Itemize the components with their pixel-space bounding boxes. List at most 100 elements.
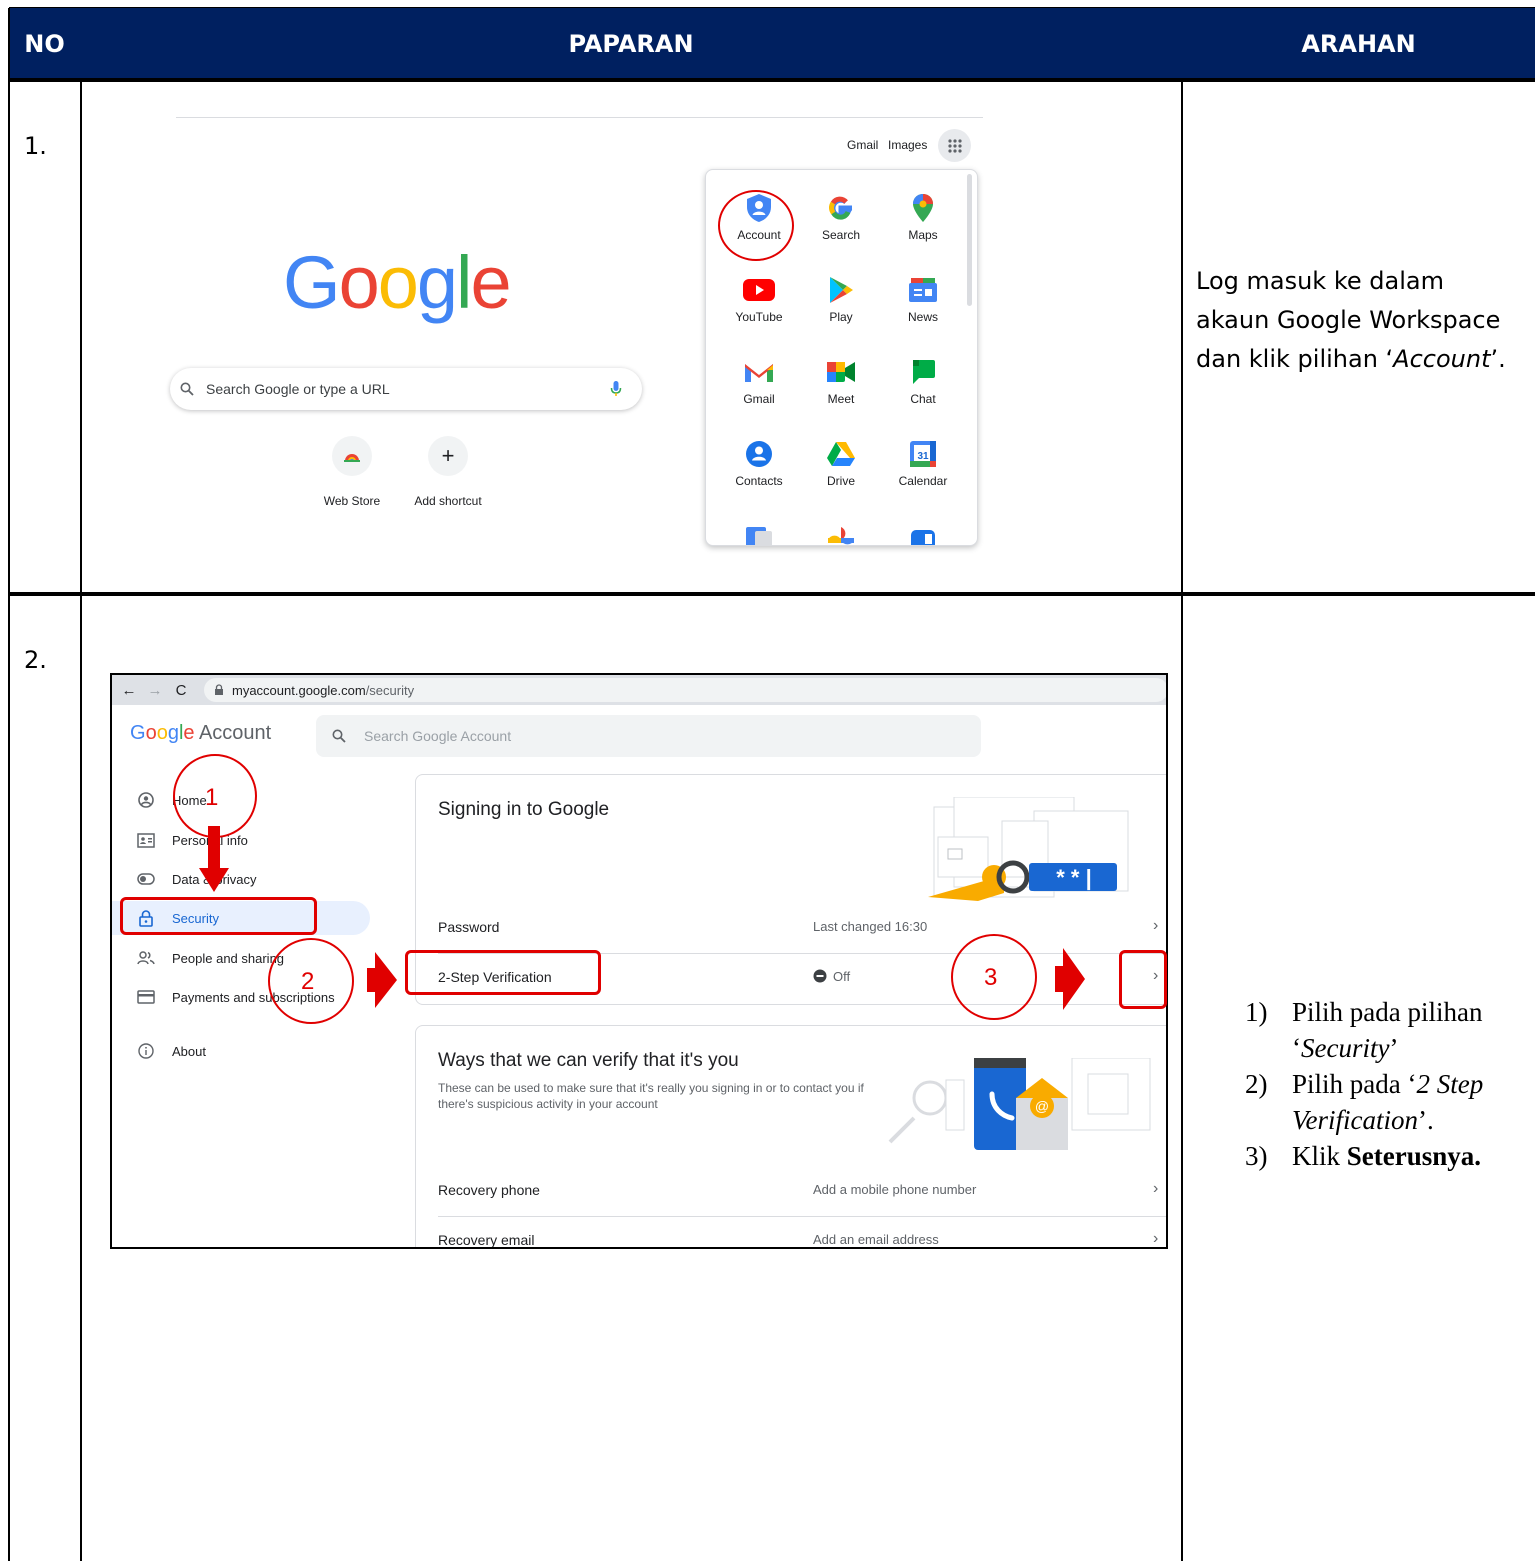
- contacts-icon: [743, 438, 775, 470]
- play-icon: [825, 274, 857, 306]
- shortcut-add[interactable]: + Add shortcut: [403, 436, 493, 508]
- google-apps-button[interactable]: [938, 129, 971, 162]
- annotation-number-2: 2: [301, 968, 315, 995]
- nav-label: About: [172, 1043, 206, 1059]
- app-calendar[interactable]: 31 Calendar: [882, 438, 964, 488]
- row-label: Password: [438, 919, 500, 935]
- translate-icon: [743, 524, 775, 545]
- meet-icon: [825, 356, 857, 388]
- browser-toolbar: ← → C myaccount.google.com/security: [112, 675, 1166, 705]
- gmail-link[interactable]: Gmail: [847, 138, 878, 152]
- row-value: Add a mobile phone number: [813, 1182, 977, 1197]
- url-host: myaccount.google.com: [232, 682, 366, 698]
- app-play[interactable]: Play: [800, 274, 882, 324]
- address-bar[interactable]: myaccount.google.com/security: [204, 678, 1166, 702]
- google-g-icon: [825, 192, 857, 224]
- app-news[interactable]: News: [882, 274, 964, 324]
- app-contacts[interactable]: Contacts: [718, 438, 800, 488]
- instruction-step: 1) Pilih pada pilihan ‘Security’: [1245, 997, 1483, 1063]
- photos-icon: [825, 524, 857, 545]
- back-icon[interactable]: ←: [120, 682, 138, 699]
- row-separator: [9, 592, 1535, 596]
- annotation-number-3: 3: [984, 964, 998, 991]
- card-icon: [136, 987, 156, 1007]
- google-logo: Google: [283, 240, 512, 325]
- reload-icon[interactable]: C: [172, 682, 190, 699]
- app-label: Search: [821, 228, 861, 242]
- header-bottom-rule: [9, 78, 1535, 82]
- app-search[interactable]: Search: [800, 192, 882, 242]
- forward-icon[interactable]: →: [146, 682, 164, 699]
- search-icon: [332, 729, 346, 743]
- nav-data-privacy[interactable]: Data & privacy: [112, 862, 370, 896]
- app-partial[interactable]: [800, 524, 882, 545]
- shortcut-label: Web Store: [323, 494, 381, 508]
- highlight-box-2-step: [405, 950, 601, 995]
- arrow-down-icon: [199, 826, 229, 892]
- header-arahan: ARAHAN: [1301, 29, 1416, 58]
- row-number-1: 1.: [24, 132, 47, 160]
- app-meet[interactable]: Meet: [800, 356, 882, 406]
- shortcut-web-store[interactable]: Web Store: [307, 436, 397, 508]
- row-label: Recovery phone: [438, 1182, 540, 1198]
- signin-illustration-icon: * * |: [928, 797, 1129, 901]
- off-status-icon: [813, 969, 827, 983]
- logo-letter: o: [338, 241, 380, 324]
- verify-card-description: These can be used to make sure that it's…: [438, 1081, 864, 1111]
- search-icon: [180, 382, 194, 396]
- apps-panel-scrollbar[interactable]: [967, 174, 972, 306]
- info-icon: [136, 1041, 156, 1061]
- nav-label: People and sharing: [172, 950, 285, 966]
- mic-icon[interactable]: [610, 380, 622, 398]
- app-chat[interactable]: Chat: [882, 356, 964, 406]
- app-youtube[interactable]: YouTube: [718, 274, 800, 324]
- app-partial[interactable]: [718, 524, 800, 545]
- logo-suffix: Account: [198, 722, 272, 744]
- app-label: Play: [829, 310, 853, 324]
- logo-letter: o: [377, 241, 419, 324]
- logo-letter: g: [416, 241, 458, 324]
- logo-letter: o: [145, 722, 157, 744]
- password-row[interactable]: Password Last changed 16:30 ›: [416, 903, 1166, 953]
- maps-pin-icon: [907, 192, 939, 224]
- nav-about[interactable]: About: [112, 1034, 370, 1068]
- app-label: Gmail: [743, 392, 775, 406]
- recovery-phone-row[interactable]: Recovery phone Add a mobile phone number…: [416, 1166, 1166, 1216]
- app-drive[interactable]: Drive: [800, 438, 882, 488]
- table-border-left: [8, 8, 10, 1561]
- logo-letter: G: [130, 722, 146, 744]
- app-label: Maps: [908, 228, 938, 242]
- row-value: Add an email address: [813, 1232, 939, 1247]
- gmail-icon: [743, 356, 775, 388]
- chevron-right-icon: ›: [1153, 1230, 1159, 1247]
- app-label: Calendar: [898, 474, 948, 488]
- row-label: Recovery email: [438, 1232, 535, 1248]
- recovery-email-row[interactable]: Recovery email Add an email address ›: [416, 1216, 1166, 1248]
- row-number-2: 2.: [24, 646, 47, 674]
- instruction-step: 2) Pilih pada ‘2 Step Verification’.: [1245, 1069, 1484, 1135]
- highlight-box-chevron: [1119, 950, 1167, 1009]
- app-partial[interactable]: [882, 524, 964, 545]
- account-search-input[interactable]: Search Google Account: [316, 715, 981, 757]
- chevron-right-icon: ›: [1153, 1180, 1159, 1197]
- app-label: Contacts: [735, 474, 783, 488]
- annotation-number-1: 1: [205, 784, 219, 811]
- meet-video-icon: [907, 524, 939, 545]
- shortcut-label: Add shortcut: [414, 494, 482, 508]
- app-label: YouTube: [735, 310, 783, 324]
- apps-grid-icon: [947, 138, 962, 153]
- app-gmail[interactable]: Gmail: [718, 356, 800, 406]
- calendar-icon: 31: [907, 438, 939, 470]
- highlight-circle-account: [718, 190, 794, 261]
- instruction-row-1: Log masuk ke dalam akaun Google Workspac…: [1196, 267, 1506, 373]
- plus-icon: +: [428, 436, 468, 476]
- app-label: Meet: [827, 392, 855, 406]
- google-search-input[interactable]: Search Google or type a URL: [170, 368, 642, 410]
- google-account-logo[interactable]: Google Account: [130, 722, 271, 745]
- images-link[interactable]: Images: [888, 138, 927, 152]
- app-maps[interactable]: Maps: [882, 192, 964, 242]
- table-divider-2: [1181, 79, 1183, 1561]
- header-no: NO: [24, 29, 65, 58]
- url-path: /security: [365, 682, 415, 698]
- table-divider-1: [80, 79, 82, 1561]
